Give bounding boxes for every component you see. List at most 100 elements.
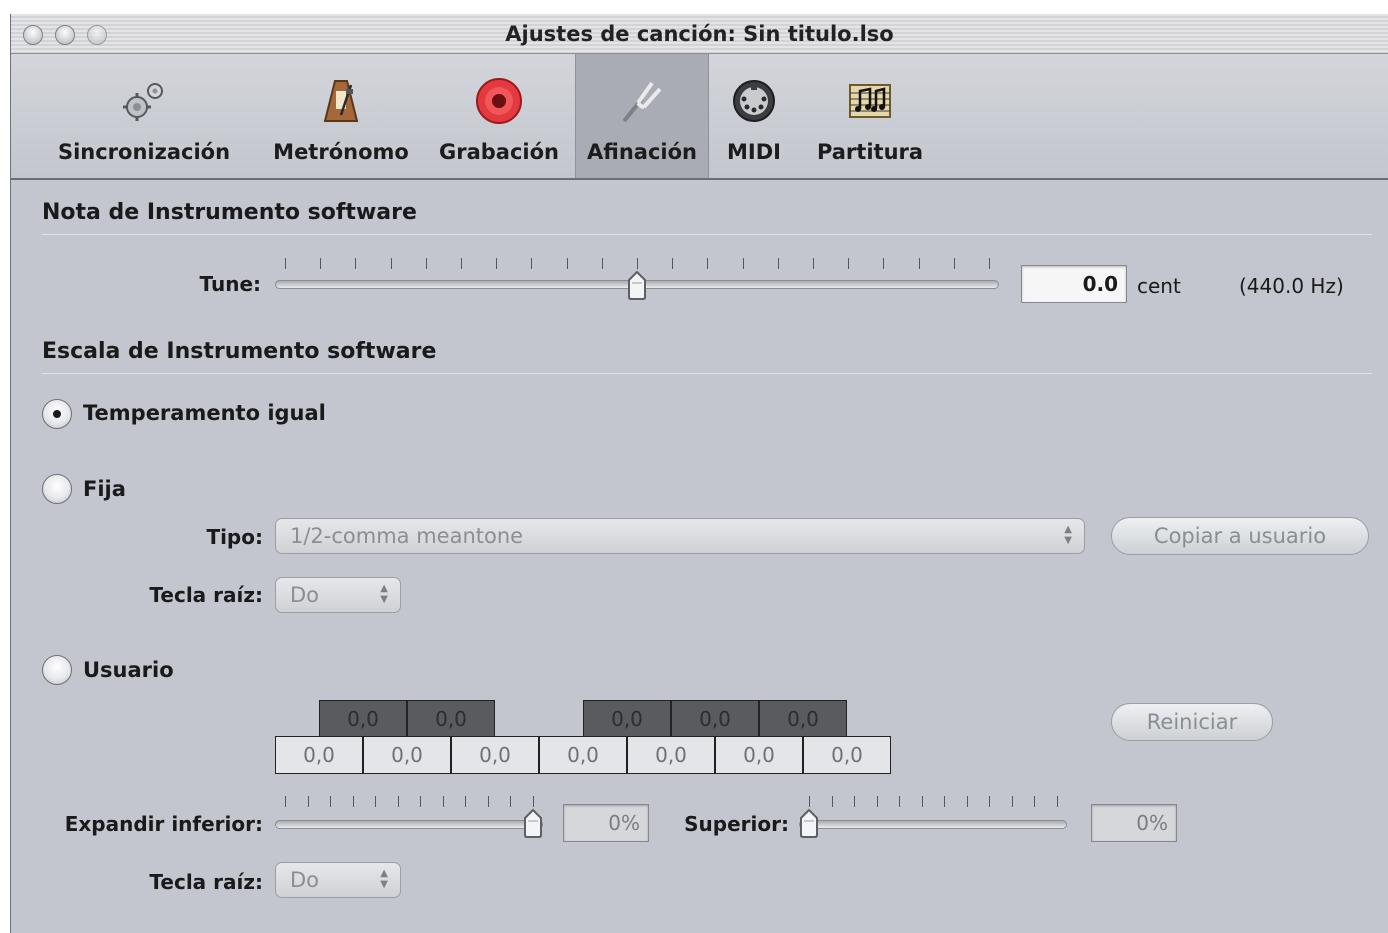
slider-tick xyxy=(307,796,309,807)
black-key-cell[interactable]: 0,0 xyxy=(759,700,847,738)
copiar-a-usuario-button[interactable]: Copiar a usuario xyxy=(1111,517,1369,555)
tecla-raiz-popup-2[interactable]: Do ▲ ▼ xyxy=(275,862,401,898)
tab-label: Partitura xyxy=(816,140,924,164)
expandir-inferior-field[interactable]: 0% xyxy=(563,804,649,842)
escala-section-title: Escala de Instrumento software xyxy=(42,339,437,364)
white-key-cell[interactable]: 0,0 xyxy=(539,736,627,774)
radio-label: Usuario xyxy=(83,658,174,682)
score-notes-icon xyxy=(845,76,895,126)
slider-tick xyxy=(531,258,533,269)
popup-value: Do xyxy=(290,868,320,892)
tecla-raiz-popup[interactable]: Do ▲ ▼ xyxy=(275,577,401,613)
slider-tick xyxy=(989,796,991,807)
title-bar: Ajustes de canción: Sin titulo.lso xyxy=(11,14,1388,54)
tab-label: Grabación xyxy=(439,140,559,164)
slider-tick xyxy=(355,258,357,269)
slider-tick xyxy=(461,258,462,269)
radio-label: Temperamento igual xyxy=(83,401,326,425)
slider-track xyxy=(799,820,1067,829)
tipo-popup[interactable]: 1/2-comma meantone ▲ ▼ xyxy=(275,518,1085,554)
tune-slider[interactable] xyxy=(275,258,999,302)
slider-tick xyxy=(442,796,444,807)
tab-midi[interactable]: MIDI xyxy=(709,54,799,178)
superior-field[interactable]: 0% xyxy=(1091,804,1177,842)
white-key-cell[interactable]: 0,0 xyxy=(363,736,451,774)
slider-tick xyxy=(854,796,856,807)
slider-tick xyxy=(876,796,878,807)
record-icon xyxy=(474,76,524,126)
slider-knob[interactable] xyxy=(798,808,820,838)
slider-tick xyxy=(883,258,885,269)
slider-track xyxy=(275,820,543,829)
slider-tick xyxy=(533,796,534,807)
black-key-cell[interactable]: 0,0 xyxy=(671,700,759,738)
slider-tick xyxy=(813,258,814,269)
white-key-cell[interactable]: 0,0 xyxy=(715,736,803,774)
radio-fija[interactable] xyxy=(42,474,72,504)
slider-tick xyxy=(966,796,968,807)
slider-tick xyxy=(601,258,603,269)
white-key-cell[interactable]: 0,0 xyxy=(451,736,539,774)
slider-tick xyxy=(566,258,568,269)
black-key-cell[interactable]: 0,0 xyxy=(319,700,407,738)
slider-knob[interactable] xyxy=(626,270,648,300)
white-key-cell[interactable]: 0,0 xyxy=(275,736,363,774)
radio-label: Fija xyxy=(83,477,126,501)
slider-knob[interactable] xyxy=(522,808,544,838)
section-divider xyxy=(42,234,1372,235)
tab-sincronizacion[interactable]: Sincronización xyxy=(29,54,259,178)
slider-tick xyxy=(510,796,512,807)
black-key-cell[interactable]: 0,0 xyxy=(407,700,495,738)
tune-cent-field[interactable]: 0.0 xyxy=(1021,265,1127,303)
user-scale-white-keys: 0,0 0,0 0,0 0,0 0,0 0,0 0,0 xyxy=(275,736,891,774)
popup-arrows-icon: ▲ ▼ xyxy=(380,583,388,605)
slider-tick xyxy=(285,796,286,807)
tab-label: MIDI xyxy=(727,140,781,164)
tecla-raiz-label-2: Tecla raíz: xyxy=(149,870,263,894)
black-key-gap xyxy=(495,700,583,738)
slider-tick xyxy=(742,258,744,269)
black-key-cell[interactable]: 0,0 xyxy=(583,700,671,738)
slider-tick xyxy=(320,258,322,269)
tecla-raiz-label: Tecla raíz: xyxy=(149,583,263,607)
reiniciar-button[interactable]: Reiniciar xyxy=(1111,703,1273,741)
tab-partitura[interactable]: Partitura xyxy=(807,54,933,178)
slider-tick xyxy=(330,796,332,807)
popup-value: Do xyxy=(290,583,320,607)
slider-tick xyxy=(953,258,955,269)
song-settings-window: Ajustes de canción: Sin titulo.lso Sincr… xyxy=(10,14,1388,933)
tuning-fork-icon xyxy=(617,76,667,126)
slider-tick xyxy=(707,258,709,269)
slider-tick xyxy=(285,258,286,269)
popup-arrows-icon: ▲ ▼ xyxy=(1064,524,1072,546)
tab-afinacion[interactable]: Afinación xyxy=(575,54,709,178)
expandir-inferior-slider[interactable] xyxy=(275,796,543,840)
slider-tick xyxy=(989,258,990,269)
slider-tick xyxy=(899,796,901,807)
radio-selected-dot xyxy=(53,410,61,418)
tab-label: Sincronización xyxy=(57,140,231,164)
nota-section-title: Nota de Instrumento software xyxy=(42,200,417,225)
slider-tick xyxy=(1011,796,1013,807)
tab-metronomo[interactable]: Metrónomo xyxy=(259,54,423,178)
slider-tick xyxy=(848,258,850,269)
tune-label: Tune: xyxy=(199,272,261,296)
slider-tick xyxy=(777,258,779,269)
slider-tick xyxy=(496,258,498,269)
superior-slider[interactable] xyxy=(799,796,1067,840)
slider-tick xyxy=(390,258,392,269)
white-key-cell[interactable]: 0,0 xyxy=(803,736,891,774)
white-key-cell[interactable]: 0,0 xyxy=(627,736,715,774)
slider-tick xyxy=(465,796,467,807)
slider-tick xyxy=(375,796,377,807)
slider-tick xyxy=(487,796,489,807)
gears-icon xyxy=(119,76,169,126)
slider-tick xyxy=(918,258,920,269)
slider-tick xyxy=(1034,796,1036,807)
radio-temperamento-igual[interactable] xyxy=(42,399,72,429)
slider-tick xyxy=(672,258,674,269)
tab-grabacion[interactable]: Grabación xyxy=(423,54,575,178)
user-scale-black-keys: 0,0 0,0 0,0 0,0 0,0 xyxy=(319,700,847,738)
radio-usuario[interactable] xyxy=(42,655,72,685)
metronome-icon xyxy=(316,76,366,126)
